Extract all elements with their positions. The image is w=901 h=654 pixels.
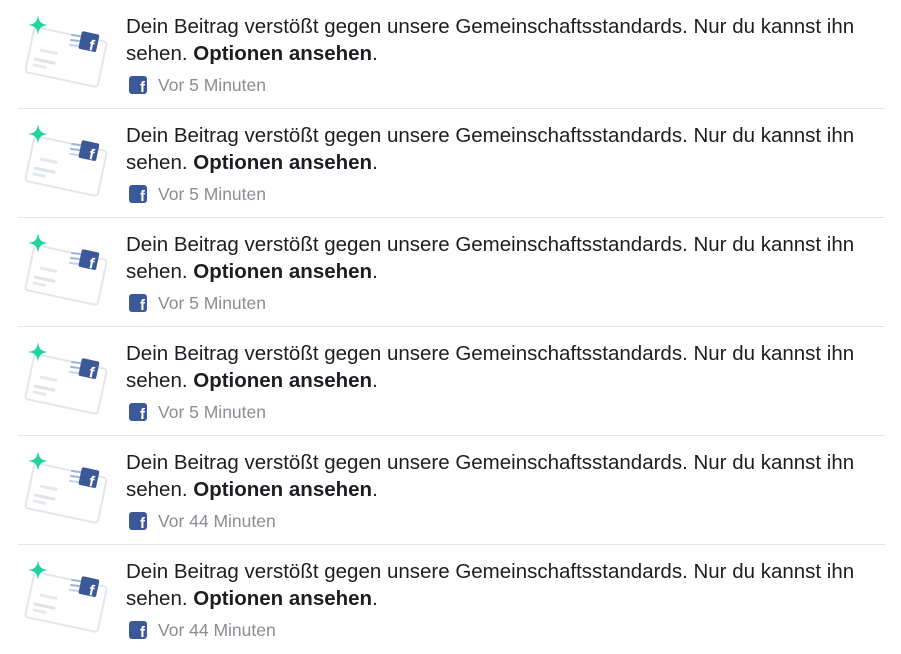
facebook-icon-glyph: f	[140, 515, 145, 532]
notification-list: f Dein Beitrag verstößt gegen unsere Gem…	[0, 0, 901, 650]
view-options-link[interactable]: Optionen ansehen	[193, 151, 372, 174]
view-options-link[interactable]: Optionen ansehen	[193, 42, 372, 65]
notification-timestamp: Vor 5 Minuten	[158, 74, 266, 95]
notification-meta: f Vor 44 Minuten	[126, 510, 886, 532]
view-options-link[interactable]: Optionen ansehen	[193, 587, 372, 610]
facebook-icon-glyph: f	[140, 624, 145, 641]
envelope-icon: f	[20, 12, 112, 96]
notification-body: Dein Beitrag verstößt gegen unsere Gemei…	[126, 558, 886, 641]
notification-suffix: .	[372, 369, 378, 392]
notification-timestamp: Vor 44 Minuten	[158, 510, 276, 531]
notification-item[interactable]: f Dein Beitrag verstößt gegen unsere Gem…	[0, 545, 901, 654]
view-options-link[interactable]: Optionen ansehen	[193, 478, 372, 501]
facebook-icon: f	[129, 512, 147, 532]
notification-timestamp: Vor 5 Minuten	[158, 401, 266, 422]
notification-item[interactable]: f Dein Beitrag verstößt gegen unsere Gem…	[0, 109, 901, 218]
facebook-icon: f	[129, 185, 147, 205]
notification-item[interactable]: f Dein Beitrag verstößt gegen unsere Gem…	[0, 327, 901, 436]
facebook-icon: f	[129, 294, 147, 314]
notification-timestamp: Vor 5 Minuten	[158, 292, 266, 313]
notification-meta: f Vor 5 Minuten	[126, 401, 886, 423]
view-options-link[interactable]: Optionen ansehen	[193, 260, 372, 283]
notification-message: Dein Beitrag verstößt gegen unsere Gemei…	[126, 13, 886, 67]
facebook-icon-glyph: f	[140, 188, 145, 205]
facebook-icon: f	[129, 76, 147, 96]
notification-item[interactable]: f Dein Beitrag verstößt gegen unsere Gem…	[0, 218, 901, 327]
notification-suffix: .	[372, 151, 378, 174]
notification-message: Dein Beitrag verstößt gegen unsere Gemei…	[126, 558, 886, 612]
notification-timestamp: Vor 44 Minuten	[158, 619, 276, 640]
notification-meta: f Vor 44 Minuten	[126, 619, 886, 641]
view-options-link[interactable]: Optionen ansehen	[193, 369, 372, 392]
notification-body: Dein Beitrag verstößt gegen unsere Gemei…	[126, 13, 886, 96]
facebook-icon: f	[129, 621, 147, 641]
notification-suffix: .	[372, 42, 378, 65]
notification-body: Dein Beitrag verstößt gegen unsere Gemei…	[126, 449, 886, 532]
notification-body: Dein Beitrag verstößt gegen unsere Gemei…	[126, 340, 886, 423]
notification-body: Dein Beitrag verstößt gegen unsere Gemei…	[126, 231, 886, 314]
notification-message: Dein Beitrag verstößt gegen unsere Gemei…	[126, 449, 886, 503]
notification-suffix: .	[372, 478, 378, 501]
envelope-icon: f	[20, 557, 112, 641]
notification-body: Dein Beitrag verstößt gegen unsere Gemei…	[126, 122, 886, 205]
notification-message: Dein Beitrag verstößt gegen unsere Gemei…	[126, 231, 886, 285]
notification-item[interactable]: f Dein Beitrag verstößt gegen unsere Gem…	[0, 436, 901, 545]
envelope-icon: f	[20, 339, 112, 423]
envelope-icon: f	[20, 121, 112, 205]
notification-suffix: .	[372, 260, 378, 283]
facebook-icon: f	[129, 403, 147, 423]
facebook-icon-glyph: f	[140, 79, 145, 96]
notification-meta: f Vor 5 Minuten	[126, 74, 886, 96]
notification-meta: f Vor 5 Minuten	[126, 183, 886, 205]
notification-message: Dein Beitrag verstößt gegen unsere Gemei…	[126, 122, 886, 176]
notification-item[interactable]: f Dein Beitrag verstößt gegen unsere Gem…	[0, 0, 901, 109]
notification-message: Dein Beitrag verstößt gegen unsere Gemei…	[126, 340, 886, 394]
facebook-icon-glyph: f	[140, 406, 145, 423]
notification-suffix: .	[372, 587, 378, 610]
envelope-icon: f	[20, 230, 112, 314]
envelope-icon: f	[20, 448, 112, 532]
facebook-icon-glyph: f	[140, 297, 145, 314]
notification-meta: f Vor 5 Minuten	[126, 292, 886, 314]
notification-timestamp: Vor 5 Minuten	[158, 183, 266, 204]
